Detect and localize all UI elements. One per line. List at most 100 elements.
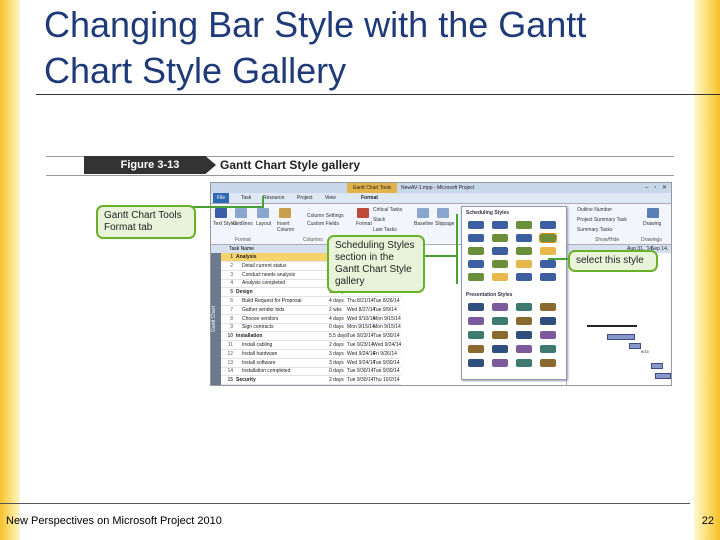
presentation-style-swatch[interactable] [516, 303, 532, 311]
presentation-style-swatch[interactable] [516, 317, 532, 325]
presentation-style-swatch[interactable] [492, 317, 508, 325]
slack-check[interactable]: Slack [373, 217, 385, 223]
context-tab-gantt-tools[interactable]: Gantt Chart Tools [347, 183, 397, 193]
task-row[interactable]: 15 Security [221, 376, 329, 385]
gantt-style-swatch[interactable] [516, 247, 532, 255]
presentation-style-swatch[interactable] [516, 359, 532, 367]
gantt-style-swatch[interactable] [540, 247, 556, 255]
custom-fields-label[interactable]: Custom Fields [307, 221, 339, 227]
task-row[interactable]: 13 Install software [221, 359, 329, 368]
baseline-icon[interactable] [417, 208, 429, 218]
gantt-style-swatch[interactable] [540, 260, 556, 268]
presentation-style-swatch[interactable] [540, 345, 556, 353]
task-row[interactable]: 9 Sign contracts [221, 323, 329, 333]
gridlines-icon[interactable] [235, 208, 247, 218]
task-row-dates[interactable]: 4 days Wed 9/10/14Mon 9/15/14 [329, 315, 401, 324]
presentation-style-swatch[interactable] [516, 331, 532, 339]
presentation-style-swatch[interactable] [540, 317, 556, 325]
presentation-style-swatch[interactable] [468, 331, 484, 339]
task-row[interactable]: 10 Installation [221, 332, 329, 342]
task-row-dates[interactable]: 0 days Tue 9/30/14Tue 9/30/14 [329, 367, 401, 377]
presentation-style-swatch[interactable] [540, 359, 556, 367]
slippage-icon[interactable] [437, 208, 449, 218]
menu-project[interactable]: Project [297, 193, 313, 203]
task-row[interactable]: 3 Conduct needs analysis [221, 271, 329, 280]
gantt-style-swatch[interactable] [468, 247, 484, 255]
task-name-header[interactable]: Task Name [229, 246, 254, 252]
gantt-bar-install-software[interactable] [655, 373, 671, 379]
gantt-bar-gather-bids[interactable] [607, 334, 635, 340]
presentation-style-swatch[interactable] [540, 303, 556, 311]
format-paint-icon[interactable] [357, 208, 369, 218]
gantt-style-swatch[interactable] [540, 273, 556, 281]
drawing-icon[interactable] [647, 208, 659, 218]
window-controls[interactable]: – ▫ ✕ [645, 184, 669, 191]
late-tasks-check[interactable]: Late Tasks [373, 227, 397, 233]
menu-view[interactable]: View [325, 193, 336, 203]
presentation-style-swatch[interactable] [492, 331, 508, 339]
gantt-style-swatch[interactable] [468, 260, 484, 268]
presentation-style-swatch[interactable] [468, 317, 484, 325]
task-row-dates[interactable]: 2 days Tue 9/23/14Wed 9/24/14 [329, 341, 401, 350]
gantt-style-swatch[interactable] [492, 221, 508, 229]
project-summary-task-check[interactable]: Project Summary Task [577, 217, 627, 223]
insert-column-icon[interactable] [279, 208, 291, 218]
presentation-style-swatch[interactable] [468, 303, 484, 311]
summary-tasks-check[interactable]: Summary Tasks [577, 227, 612, 233]
gantt-style-gallery[interactable]: Scheduling Styles Presentation Styles [461, 206, 567, 380]
format-label[interactable]: Format [356, 221, 372, 227]
gantt-bar-choose-vendors[interactable] [629, 343, 641, 349]
gantt-style-swatch[interactable] [492, 260, 508, 268]
task-row[interactable]: 2 Detail current status [221, 262, 329, 271]
task-row-dates[interactable]: 5.5 daysTue 9/23/14Tue 9/30/14 [329, 332, 401, 342]
presentation-style-swatch[interactable] [540, 331, 556, 339]
task-row[interactable]: 6 Build Request for Proposal [221, 297, 329, 306]
gantt-bar-install-hardware[interactable] [651, 363, 663, 369]
task-row[interactable]: 14 Installation completed [221, 367, 329, 377]
presentation-style-swatch[interactable] [468, 345, 484, 353]
gantt-style-swatch[interactable] [492, 247, 508, 255]
task-row-dates[interactable]: 2 wks Wed 8/27/14Tue 9/9/14 [329, 306, 401, 315]
gridlines-label[interactable]: Gridlines [233, 221, 253, 227]
layout-icon[interactable] [257, 208, 269, 218]
gantt-style-swatch[interactable] [492, 273, 508, 281]
task-row[interactable]: 1 Analysis [221, 253, 329, 262]
slippage-label[interactable]: Slippage [435, 221, 454, 227]
task-row-dates[interactable]: 0 days Mon 9/15/14Mon 9/15/14 [329, 323, 401, 333]
gantt-style-swatch[interactable] [468, 221, 484, 229]
gantt-style-swatch[interactable] [468, 273, 484, 281]
gantt-style-swatch[interactable] [540, 221, 556, 229]
gantt-style-swatch[interactable] [516, 273, 532, 281]
presentation-style-swatch[interactable] [468, 359, 484, 367]
menu-file[interactable]: File [213, 193, 230, 203]
task-row[interactable]: 4 Analysis completed [221, 279, 329, 289]
task-row-dates[interactable]: 3 days Wed 9/24/14Tue 9/30/14 [329, 359, 401, 368]
gantt-style-swatch[interactable] [468, 234, 484, 242]
task-row[interactable]: 8 Choose vendors [221, 315, 329, 324]
presentation-style-swatch[interactable] [492, 359, 508, 367]
gantt-style-swatch[interactable] [539, 233, 557, 243]
gantt-style-swatch[interactable] [516, 234, 532, 242]
task-row-dates[interactable]: 4 days Thu 8/21/14Tue 8/26/14 [329, 297, 401, 306]
gantt-style-swatch[interactable] [516, 260, 532, 268]
layout-label[interactable]: Layout [256, 221, 271, 227]
task-row[interactable]: 12 Install hardware [221, 350, 329, 359]
menu-resource[interactable]: Resource [263, 193, 284, 203]
text-styles-icon[interactable] [215, 208, 227, 218]
gantt-style-swatch[interactable] [492, 234, 508, 242]
task-row-dates[interactable]: 3 days Wed 9/24/14Fri 9/26/14 [329, 350, 401, 359]
presentation-style-swatch[interactable] [492, 303, 508, 311]
presentation-style-swatch[interactable] [516, 345, 532, 353]
menu-task[interactable]: Task [241, 193, 251, 203]
gantt-style-swatch[interactable] [516, 221, 532, 229]
task-row[interactable]: 11 Install cabling [221, 341, 329, 350]
menu-format[interactable]: Format [361, 193, 378, 203]
presentation-style-swatch[interactable] [492, 345, 508, 353]
task-row-dates[interactable]: 2 days Tue 9/30/14Thu 10/2/14 [329, 376, 401, 385]
baseline-label[interactable]: Baseline [414, 221, 433, 227]
drawing-label[interactable]: Drawing [643, 221, 661, 227]
task-row[interactable]: 5 Design [221, 288, 329, 298]
outline-number-check[interactable]: Outline Number [577, 207, 612, 213]
column-settings-label[interactable]: Column Settings [307, 213, 344, 219]
insert-column-label[interactable]: Insert Column [277, 221, 301, 233]
